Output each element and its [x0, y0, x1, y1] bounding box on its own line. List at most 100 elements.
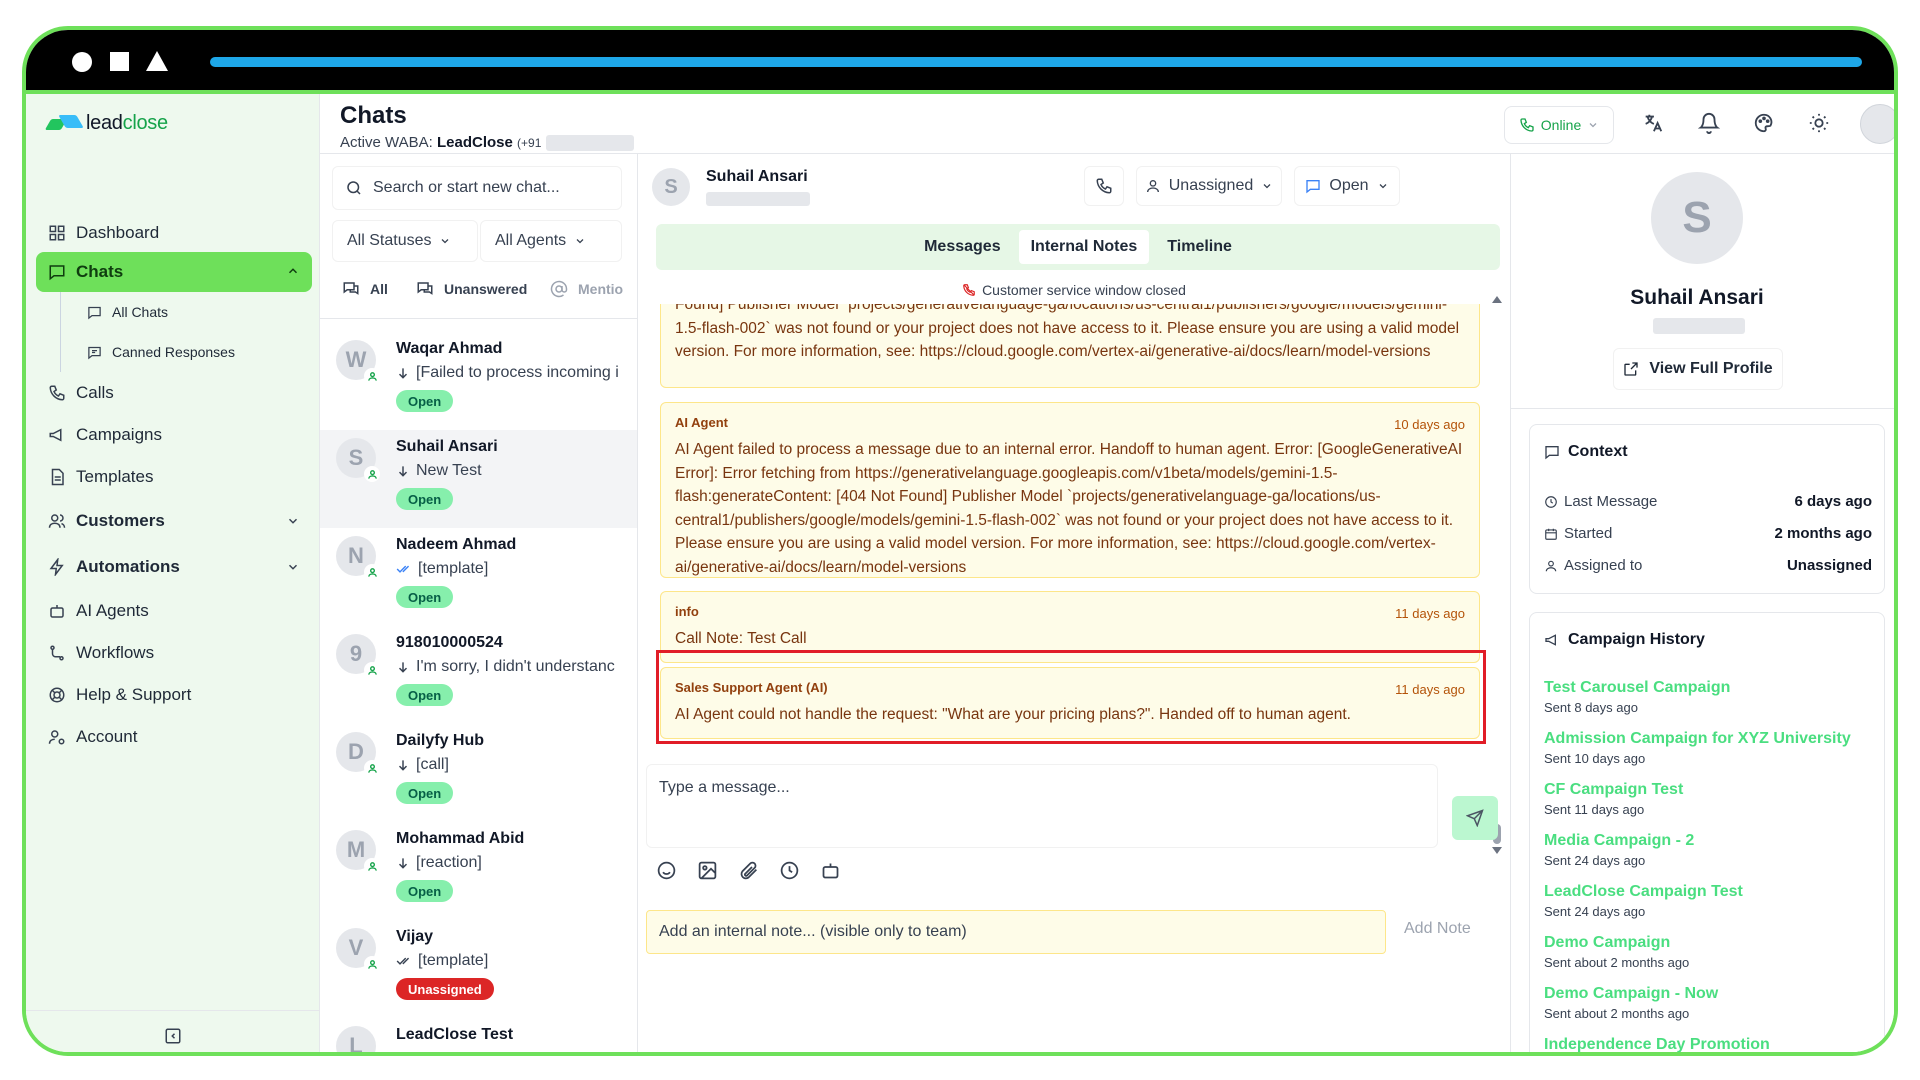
campaign-sent: Sent 24 days ago — [1544, 904, 1646, 919]
status-badge: Open — [396, 684, 454, 706]
paperclip-icon[interactable] — [738, 860, 759, 881]
sidebar-item-chats[interactable]: Chats — [36, 252, 312, 292]
tab-timeline[interactable]: Timeline — [1155, 230, 1244, 264]
campaign-name[interactable]: CF Campaign Test — [1544, 781, 1683, 799]
logo[interactable]: leadclose — [48, 112, 168, 135]
chats-submenu: All Chats Canned Responses — [60, 292, 312, 372]
users-icon — [48, 514, 66, 528]
campaign-name[interactable]: Demo Campaign - Now — [1544, 985, 1718, 1003]
user-avatar[interactable] — [1860, 104, 1894, 144]
campaign-item[interactable]: Demo Campaign - Now Sent about 2 months a… — [1544, 985, 1718, 1021]
contact-profile-panel: S Suhail Ansari View Full Profile Contex… — [1510, 154, 1894, 1052]
chevron-down-icon — [1263, 184, 1271, 189]
chevron-up-icon — [288, 268, 298, 274]
chat-preview-text: [Failed to process incoming i — [416, 364, 619, 381]
chat-list-item[interactable]: D Dailyfy Hub [call] Open — [320, 724, 637, 822]
context-title-text: Context — [1568, 443, 1628, 460]
palette-icon[interactable] — [1753, 112, 1775, 134]
note-text: Call Note: Test Call — [675, 630, 807, 647]
campaign-item[interactable]: Independence Day Promotion — [1544, 1036, 1770, 1052]
user-cog-icon — [48, 730, 65, 745]
campaign-item[interactable]: Media Campaign - 2 Sent 24 days ago — [1544, 832, 1694, 868]
sun-icon[interactable] — [1808, 112, 1830, 134]
file-text-icon — [51, 468, 64, 486]
chat-list-item[interactable]: V Vijay [template] Unassigned — [320, 920, 637, 1018]
profile-avatar: S — [1651, 172, 1743, 264]
sidebar-item-customers[interactable]: Customers — [36, 498, 312, 544]
view-full-profile-button[interactable]: View Full Profile — [1613, 348, 1783, 390]
campaign-name[interactable]: Admission Campaign for XYZ University — [1544, 730, 1851, 748]
sidebar-collapse-button[interactable] — [26, 1010, 320, 1052]
add-note-button[interactable]: Add Note — [1404, 920, 1471, 938]
assign-agent-dropdown[interactable]: Unassigned — [1136, 166, 1282, 206]
search-icon — [347, 181, 361, 195]
image-icon[interactable] — [697, 860, 718, 881]
search-input[interactable]: Search or start new chat... — [332, 166, 622, 210]
status-badge: Open — [396, 782, 454, 804]
campaign-name[interactable]: Demo Campaign — [1544, 934, 1689, 952]
campaign-name[interactable]: Media Campaign - 2 — [1544, 832, 1694, 850]
chat-preview-text: New Test — [416, 462, 482, 479]
tab-internal-notes[interactable]: Internal Notes — [1018, 230, 1150, 264]
agent-filter-dropdown[interactable]: All Agents — [480, 220, 622, 262]
campaign-item[interactable]: Test Carousel Campaign Sent 8 days ago — [1544, 679, 1730, 715]
quick-filter-mentions[interactable]: Mentio — [550, 280, 623, 298]
campaign-history-card: Campaign History Test Carousel Campaign S… — [1529, 612, 1885, 1052]
call-button[interactable] — [1084, 166, 1124, 206]
context-value: 6 days ago — [1794, 493, 1872, 510]
campaign-item[interactable]: LeadClose Campaign Test Sent 24 days ago — [1544, 883, 1743, 919]
sidebar-item-account[interactable]: Account — [36, 716, 312, 758]
calendar-icon — [1545, 528, 1557, 540]
chat-list-item[interactable]: S Suhail Ansari New Test Open — [320, 430, 637, 528]
chat-list-item[interactable]: W Waqar Ahmad [Failed to process incomin… — [320, 332, 637, 430]
agent-filter-label: All Agents — [495, 232, 567, 249]
campaign-name[interactable]: Independence Day Promotion — [1544, 1036, 1770, 1052]
sidebar-item-automations[interactable]: Automations — [36, 544, 312, 590]
chat-list-item[interactable]: 9 918010000524 I'm sorry, I didn't under… — [320, 626, 637, 724]
status-filter-dropdown[interactable]: All Statuses — [332, 220, 478, 262]
quick-filter-all[interactable]: All — [342, 280, 388, 298]
campaign-history-title: Campaign History — [1544, 631, 1705, 649]
sidebar-item-campaigns[interactable]: Campaigns — [36, 414, 312, 456]
megaphone-icon — [1545, 634, 1556, 646]
chat-list-item[interactable]: M Mohammad Abid [reaction] Open — [320, 822, 637, 920]
campaign-name[interactable]: LeadClose Campaign Test — [1544, 883, 1743, 901]
sidebar-item-templates[interactable]: Templates — [36, 456, 312, 498]
conversation-status-dropdown[interactable]: Open — [1294, 166, 1400, 206]
sidebar-item-ai-agents[interactable]: AI Agents — [36, 590, 312, 632]
clock-icon[interactable] — [779, 860, 800, 881]
note-time: 11 days ago — [1395, 606, 1465, 621]
sidebar-item-workflows[interactable]: Workflows — [36, 632, 312, 674]
sidebar-item-help-support[interactable]: Help & Support — [36, 674, 312, 716]
online-status-button[interactable]: Online — [1504, 106, 1614, 144]
tab-messages[interactable]: Messages — [912, 230, 1013, 264]
chat-list-item[interactable]: L LeadClose Test — [320, 1018, 637, 1052]
internal-note-input[interactable]: Add an internal note... (visible only to… — [646, 910, 1386, 954]
sidebar-item-dashboard[interactable]: Dashboard — [36, 214, 312, 252]
emoji-icon[interactable] — [656, 860, 677, 881]
chat-icon — [49, 265, 65, 281]
user-badge-icon — [364, 760, 380, 776]
translate-icon[interactable] — [1642, 112, 1664, 134]
sidebar-item-all-chats[interactable]: All Chats — [75, 292, 312, 332]
quick-filter-unanswered[interactable]: Unanswered — [416, 280, 527, 298]
bot-icon[interactable] — [820, 860, 841, 881]
chat-icon — [88, 306, 101, 319]
chat-name: Nadeem Ahmad — [396, 536, 517, 553]
campaign-item[interactable]: Admission Campaign for XYZ University Sen… — [1544, 730, 1851, 766]
logo-mark-icon — [48, 115, 82, 133]
campaign-item[interactable]: Demo Campaign Sent about 2 months ago — [1544, 934, 1689, 970]
sidebar-item-canned-responses[interactable]: Canned Responses — [75, 332, 312, 372]
campaign-name[interactable]: Test Carousel Campaign — [1544, 679, 1730, 697]
message-input[interactable]: Type a message... — [646, 764, 1438, 848]
double-check-icon — [396, 565, 410, 573]
chat-list-item[interactable]: N Nadeem Ahmad [template] Open — [320, 528, 637, 626]
sidebar-item-calls[interactable]: Calls — [36, 372, 312, 414]
waba-name: LeadClose — [436, 134, 513, 151]
chat-preview: [Failed to process incoming i — [396, 364, 619, 382]
send-button[interactable] — [1452, 796, 1498, 840]
phone-icon — [1520, 118, 1534, 132]
campaign-item[interactable]: CF Campaign Test Sent 11 days ago — [1544, 781, 1683, 817]
waba-phone: (+91 — [517, 136, 542, 150]
bell-icon[interactable] — [1698, 112, 1720, 134]
